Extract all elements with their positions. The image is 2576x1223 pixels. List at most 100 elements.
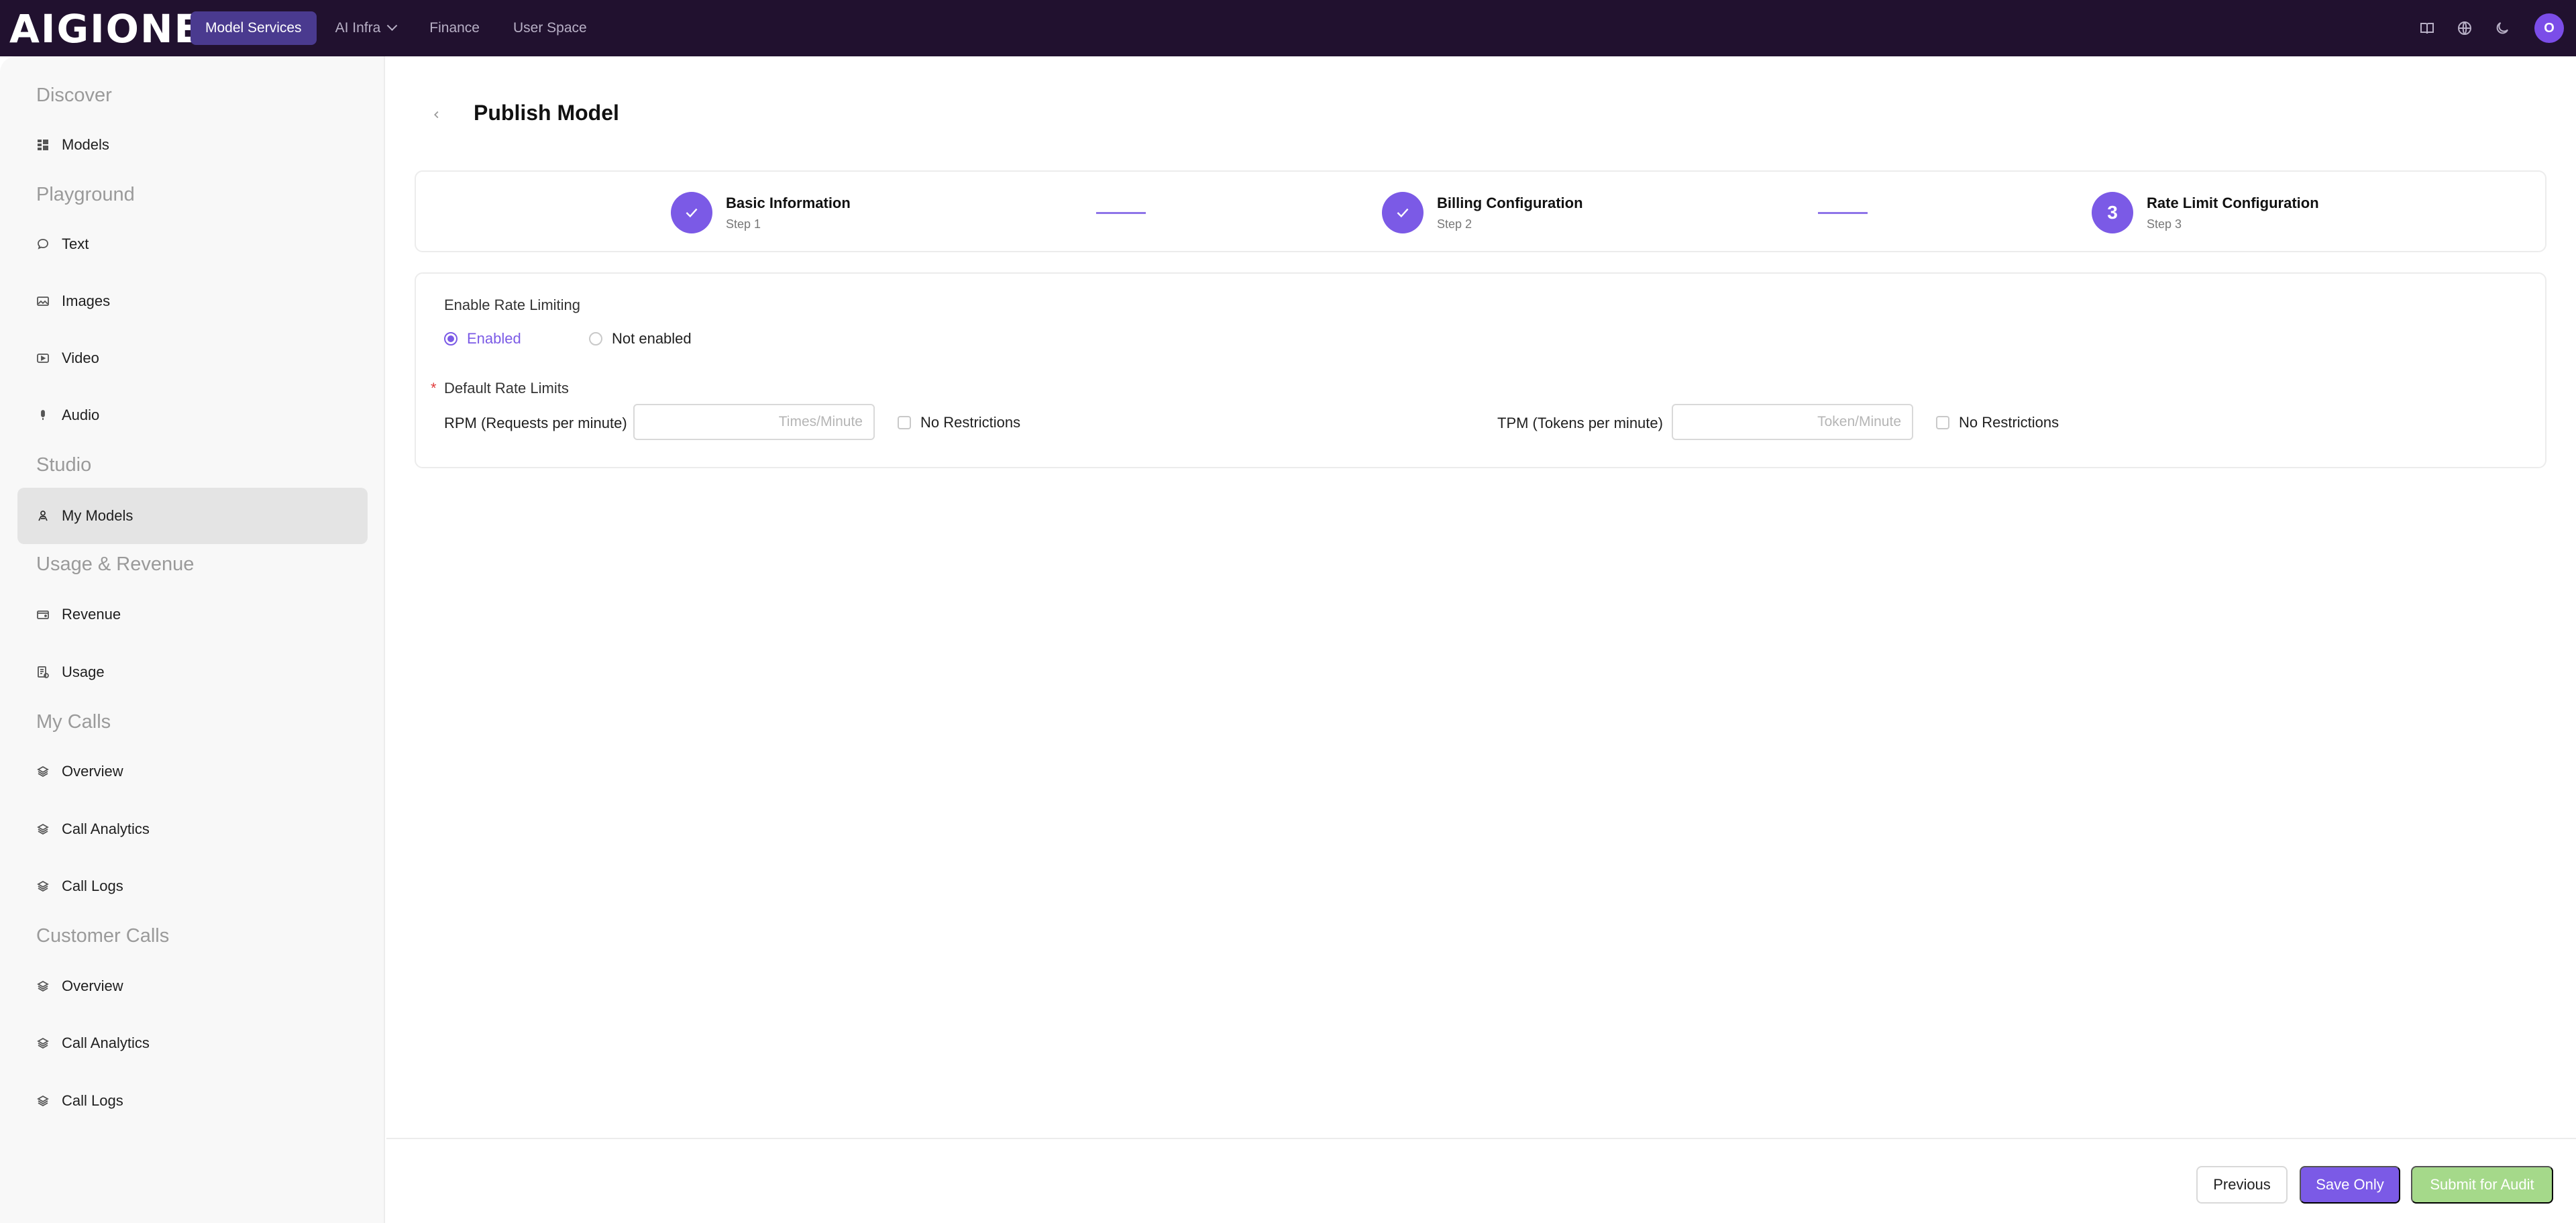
sidebar-item-label: Call Analytics <box>62 820 150 837</box>
previous-button[interactable]: Previous <box>2196 1166 2288 1204</box>
layers-icon <box>36 880 50 893</box>
sidebar-item-text[interactable]: Text <box>17 216 368 272</box>
submit-for-audit-button[interactable]: Submit for Audit <box>2411 1166 2553 1204</box>
sidebar-section-my-calls: My Calls <box>36 711 111 733</box>
sidebar-item-label: Call Analytics <box>62 1034 150 1051</box>
nav-label: Finance <box>429 20 480 36</box>
step-subtitle: Step 1 <box>726 217 761 231</box>
top-nav: Model Services AI Infra Finance User Spa… <box>191 11 606 45</box>
top-icons: O <box>2408 0 2576 56</box>
radio-dot <box>589 332 602 345</box>
step-text: Billing Configuration Step 2 <box>1437 195 1583 231</box>
sidebar-item-my-models[interactable]: My Models <box>17 488 368 544</box>
sidebar-section-usage-revenue: Usage & Revenue <box>36 553 195 575</box>
step-title: Rate Limit Configuration <box>2147 194 2319 211</box>
sidebar-item-my-call-logs[interactable]: Call Logs <box>17 858 368 914</box>
logo-text: AIGIONE <box>9 6 203 52</box>
nav-label: User Space <box>513 20 587 36</box>
logo[interactable]: AIGIONE <box>9 7 201 51</box>
check-icon <box>1382 192 1424 233</box>
rpm-input[interactable] <box>633 404 875 440</box>
sidebar-item-models[interactable]: Models <box>17 117 368 173</box>
nav-model-services[interactable]: Model Services <box>191 11 317 45</box>
sidebar-section-discover: Discover <box>36 85 112 106</box>
top-bar: AIGIONE Model Services AI Infra Finance … <box>0 0 2576 56</box>
layers-icon <box>36 822 50 836</box>
sidebar-item-label: Overview <box>62 763 123 780</box>
moon-icon[interactable] <box>2483 9 2521 47</box>
sidebar-section-studio: Studio <box>36 454 92 476</box>
avatar[interactable]: O <box>2534 13 2564 43</box>
tpm-no-restrictions-checkbox[interactable]: No Restrictions <box>1936 414 2059 431</box>
tpm-label: TPM (Tokens per minute) <box>1497 415 1663 431</box>
steps-card: Basic Information Step 1 Billing Configu… <box>415 170 2546 252</box>
book-icon[interactable] <box>2408 9 2446 47</box>
radio-dot <box>444 332 458 345</box>
sidebar-item-customer-call-analytics[interactable]: Call Analytics <box>17 1015 368 1071</box>
globe-icon[interactable] <box>2446 9 2483 47</box>
logo-divider <box>178 17 180 40</box>
checkbox-box <box>898 416 911 429</box>
sidebar-item-video[interactable]: Video <box>17 330 368 386</box>
sidebar-item-label: Revenue <box>62 606 121 623</box>
save-only-button[interactable]: Save Only <box>2300 1166 2400 1204</box>
rate-limit-form: Enable Rate Limiting Enabled Not enabled… <box>415 272 2546 468</box>
mic-icon <box>36 409 50 422</box>
step-subtitle: Step 3 <box>2147 217 2182 231</box>
sidebar-item-usage[interactable]: Usage <box>17 644 368 700</box>
step-number: 3 <box>2092 192 2133 233</box>
sidebar-item-audio[interactable]: Audio <box>17 387 368 443</box>
layers-icon <box>36 1036 50 1050</box>
doc-icon <box>36 666 50 679</box>
chat-icon <box>36 237 50 251</box>
main-content: Publish Model Basic Information Step 1 B… <box>386 56 2576 1223</box>
sidebar-item-label: Usage <box>62 663 105 680</box>
grid-icon <box>36 138 50 152</box>
sidebar-section-playground: Playground <box>36 184 135 205</box>
sidebar-item-label: My Models <box>62 507 133 524</box>
radio-label: Not enabled <box>612 330 692 347</box>
sidebar-item-my-call-analytics[interactable]: Call Analytics <box>17 801 368 857</box>
step-title: Billing Configuration <box>1437 194 1583 211</box>
page-title: Publish Model <box>474 101 619 125</box>
sidebar-item-label: Overview <box>62 977 123 994</box>
step-connector <box>1818 212 1868 214</box>
radio-not-enabled[interactable]: Not enabled <box>589 330 692 348</box>
nav-user-space[interactable]: User Space <box>498 11 602 45</box>
sidebar-item-my-overview[interactable]: Overview <box>17 743 368 800</box>
step-title: Basic Information <box>726 194 851 211</box>
sidebar-item-images[interactable]: Images <box>17 273 368 329</box>
sidebar-section-customer-calls: Customer Calls <box>36 925 170 947</box>
required-asterisk: * <box>431 380 437 396</box>
radio-enabled[interactable]: Enabled <box>444 330 521 348</box>
sidebar-item-label: Call Logs <box>62 878 123 894</box>
nav-finance[interactable]: Finance <box>415 11 494 45</box>
layers-icon <box>36 979 50 993</box>
sidebar-item-customer-overview[interactable]: Overview <box>17 958 368 1014</box>
enable-rate-limiting-label: Enable Rate Limiting <box>444 297 581 313</box>
nav-ai-infra[interactable]: AI Infra <box>321 11 411 45</box>
image-icon <box>36 295 50 308</box>
step-rate-limit-configuration[interactable]: 3 Rate Limit Configuration Step 3 <box>2092 192 2319 233</box>
sidebar-item-revenue[interactable]: Revenue <box>17 586 368 643</box>
footer-actions: Previous Save Only Submit for Audit <box>386 1138 2576 1223</box>
step-basic-information[interactable]: Basic Information Step 1 <box>671 192 851 233</box>
step-billing-configuration[interactable]: Billing Configuration Step 2 <box>1382 192 1583 233</box>
sidebar-item-label: Audio <box>62 407 100 423</box>
sidebar-item-label: Text <box>62 235 89 252</box>
nav-label: Model Services <box>205 20 302 36</box>
layers-icon <box>36 765 50 778</box>
sidebar-item-label: Models <box>62 136 109 153</box>
models-icon <box>36 509 50 523</box>
step-subtitle: Step 2 <box>1437 217 1472 231</box>
sidebar-item-label: Images <box>62 293 111 309</box>
sidebar-item-customer-call-logs[interactable]: Call Logs <box>17 1073 368 1129</box>
tpm-input[interactable] <box>1672 404 1913 440</box>
sidebar-item-label: Call Logs <box>62 1092 123 1109</box>
sidebar-item-label: Video <box>62 350 99 366</box>
rpm-label: RPM (Requests per minute) <box>444 415 627 431</box>
step-text: Basic Information Step 1 <box>726 195 851 231</box>
rpm-no-restrictions-checkbox[interactable]: No Restrictions <box>898 414 1020 431</box>
layers-icon <box>36 1094 50 1108</box>
back-arrow-icon[interactable] <box>427 105 447 125</box>
